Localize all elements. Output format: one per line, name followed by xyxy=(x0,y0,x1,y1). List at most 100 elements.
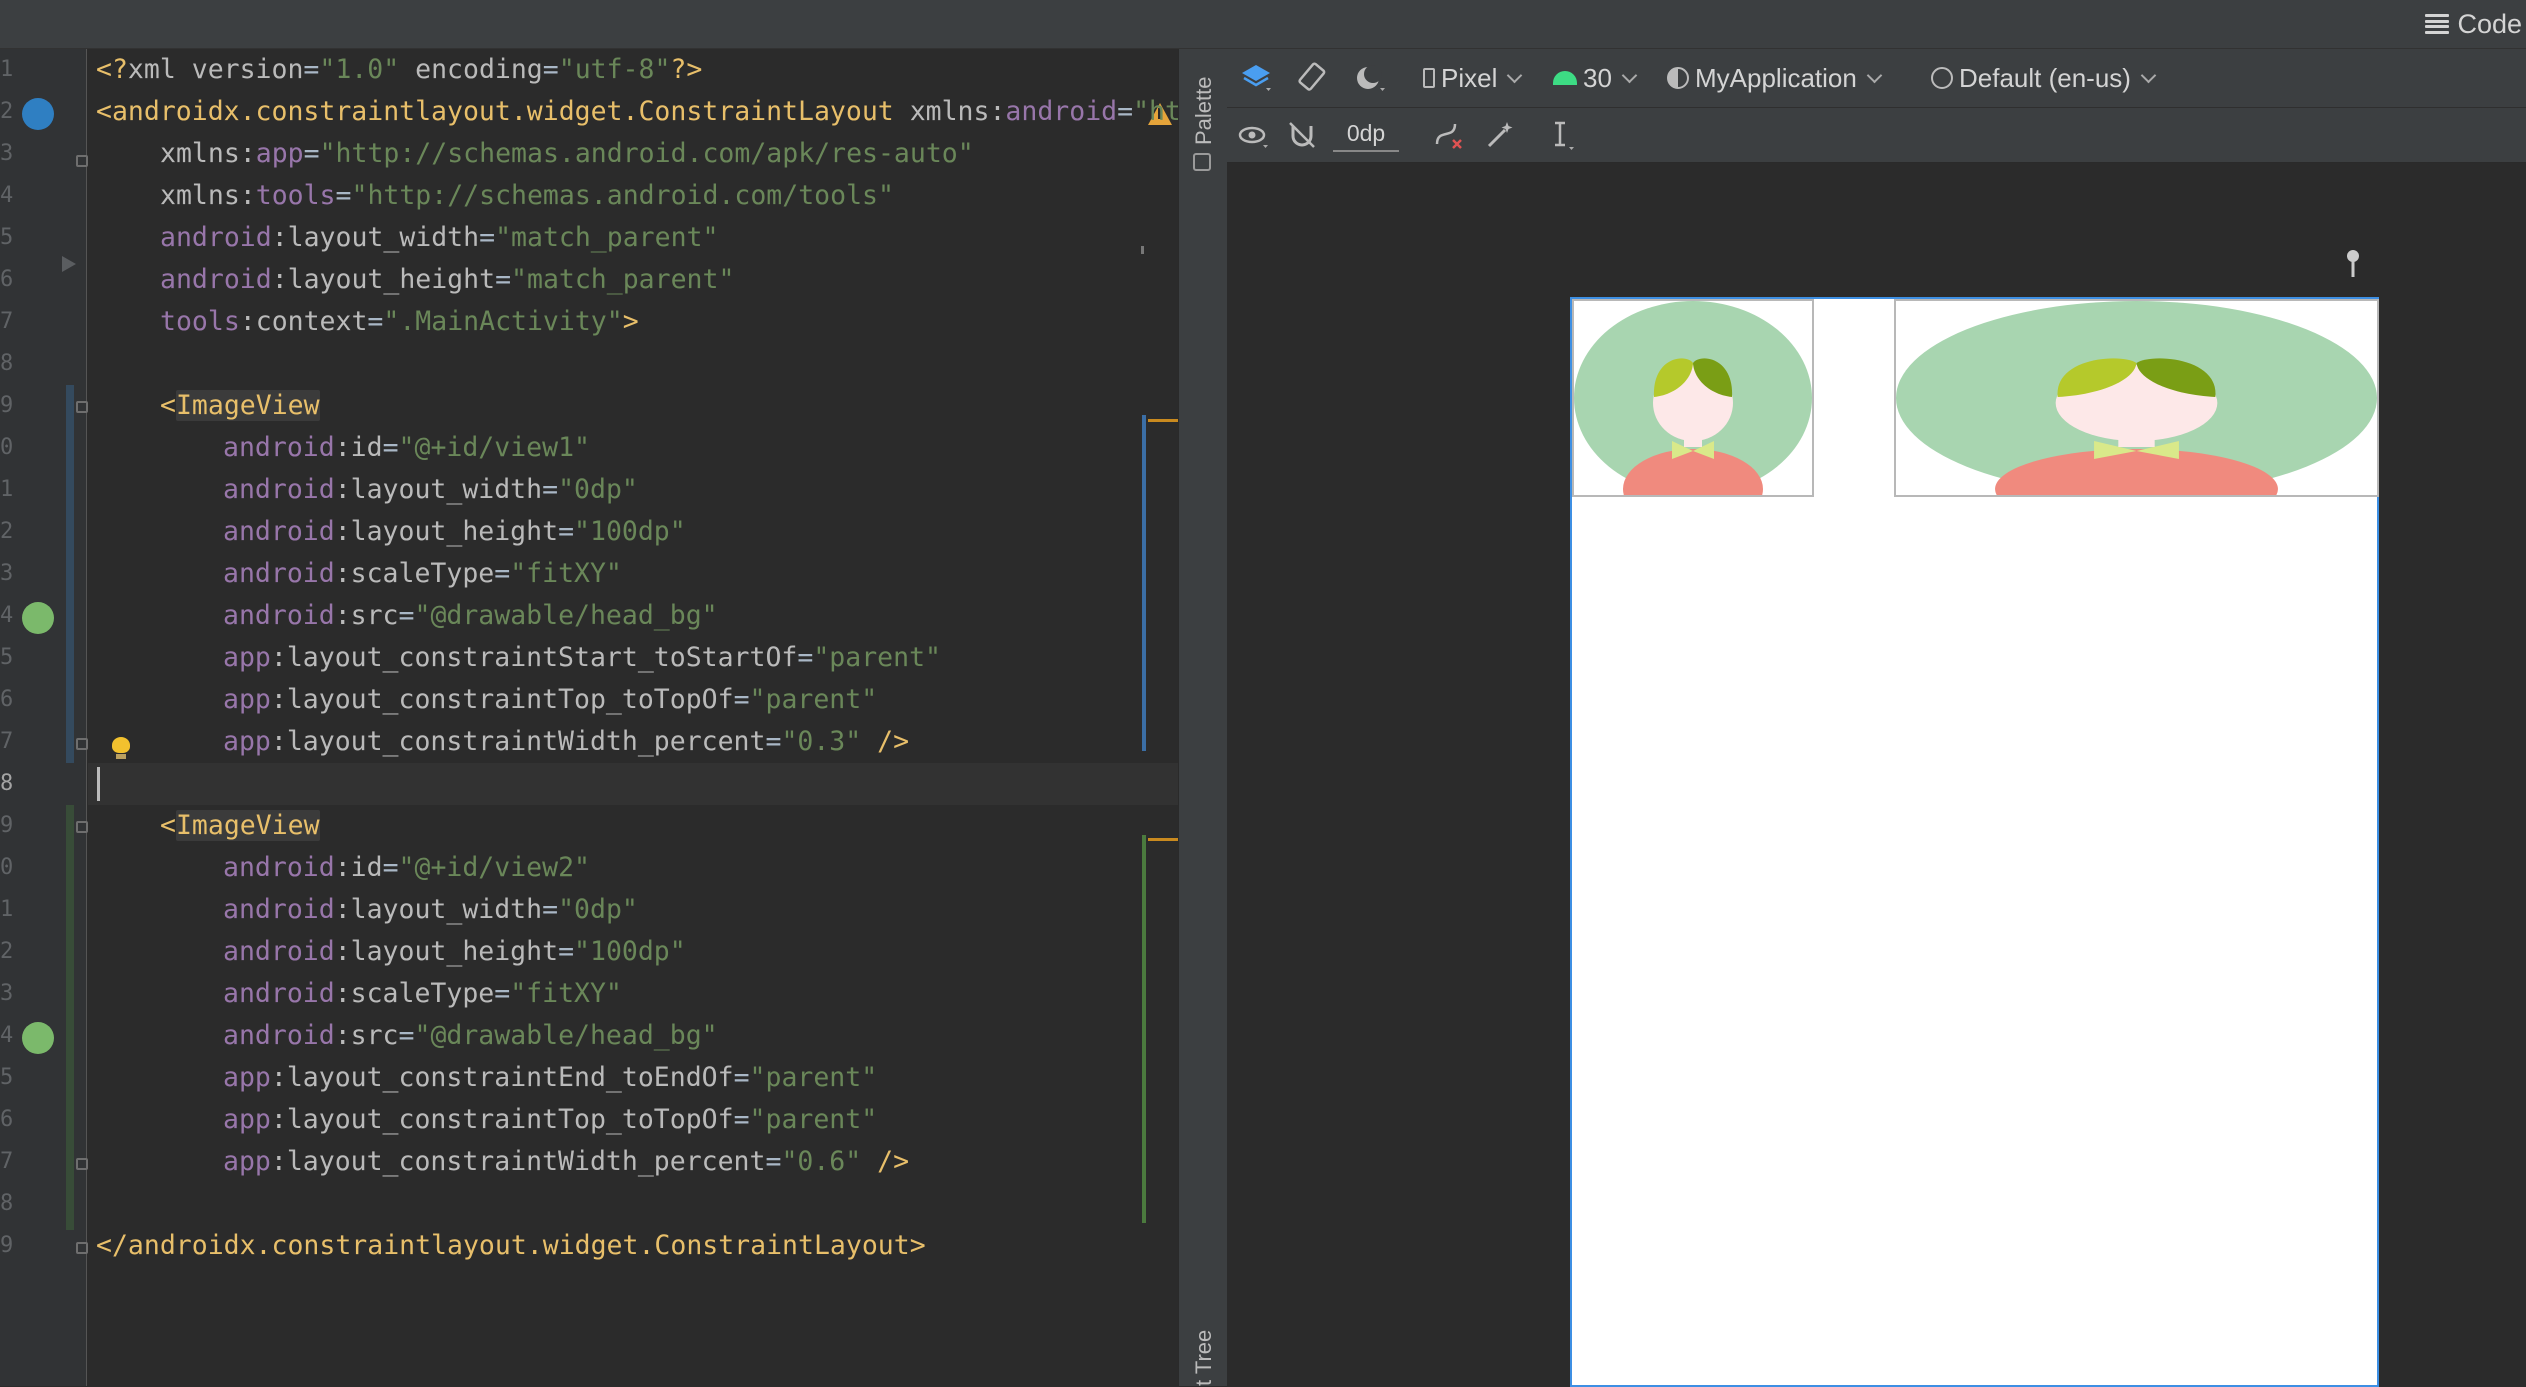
line-number: 4 xyxy=(0,603,14,628)
code-line: tools:context=".MainActivity"> xyxy=(160,306,639,337)
code-line: android:layout_width="match_parent" xyxy=(160,222,719,253)
code-line: xmlns:app="http://schemas.android.com/ap… xyxy=(160,138,974,169)
theme-icon xyxy=(1667,67,1689,89)
chevron-down-icon xyxy=(1621,67,1638,83)
device-selector[interactable]: Pixel xyxy=(1423,61,1523,95)
line-number: 1 xyxy=(0,897,14,922)
code-line: app:layout_constraintWidth_percent="0.6"… xyxy=(223,1146,910,1177)
line-number: 6 xyxy=(0,267,14,292)
image-view-view2[interactable] xyxy=(1894,299,2379,497)
code-line: <ImageView xyxy=(160,810,320,841)
code-view-label: Code xyxy=(2457,8,2522,39)
code-line: <ImageView xyxy=(160,390,320,421)
chevron-down-icon xyxy=(1507,67,1523,83)
palette-icon xyxy=(1193,153,1211,171)
code-line: app:layout_constraintWidth_percent="0.3"… xyxy=(223,726,910,757)
top-bar: Code xyxy=(0,0,2526,49)
align-icon[interactable] xyxy=(1545,118,1579,152)
chevron-down-icon xyxy=(2140,67,2157,83)
line-number: 5 xyxy=(0,1065,14,1090)
image-preview-icon[interactable] xyxy=(22,1022,54,1054)
line-number: 9 xyxy=(0,393,14,418)
code-line: app:layout_constraintTop_toTopOf="parent… xyxy=(223,684,878,715)
default-margin-field[interactable]: 0dp xyxy=(1333,118,1399,152)
code-line: android:src="@drawable/head_bg" xyxy=(223,600,718,631)
code-line: android:scaleType="fitXY" xyxy=(223,978,622,1009)
fold-marker[interactable] xyxy=(76,1242,88,1254)
line-number: 0 xyxy=(0,855,14,880)
line-number: 8 xyxy=(0,771,14,796)
code-line: <androidx.constraintlayout.widget.Constr… xyxy=(96,96,1178,127)
line-number: 5 xyxy=(0,225,14,250)
code-line: android:layout_width="0dp" xyxy=(223,894,638,925)
code-line: <?xml version="1.0" encoding="utf-8"?> xyxy=(96,54,703,85)
phone-icon xyxy=(1423,68,1435,88)
locale-label: Default (en-us) xyxy=(1959,62,2131,93)
fold-marker[interactable] xyxy=(76,401,88,413)
text-caret xyxy=(97,767,100,801)
android-icon xyxy=(1553,71,1577,85)
code-line: </androidx.constraintlayout.widget.Const… xyxy=(96,1230,926,1261)
error-stripe xyxy=(1148,838,1178,841)
pin-icon[interactable] xyxy=(2343,249,2363,284)
palette-tab[interactable]: Palette xyxy=(1191,77,1217,146)
line-number: 7 xyxy=(0,1149,14,1174)
magnet-off-icon[interactable] xyxy=(1285,118,1319,152)
line-number: 3 xyxy=(0,981,14,1006)
image-view-view1[interactable] xyxy=(1572,299,1814,497)
code-line: android:id="@+id/view1" xyxy=(223,432,590,463)
component-tree-tab[interactable]: t Tree xyxy=(1191,1330,1217,1386)
change-bar xyxy=(66,385,74,763)
avatar-image xyxy=(1574,301,1812,495)
code-line: android:layout_height="100dp" xyxy=(223,516,686,547)
line-number: 4 xyxy=(0,1023,14,1048)
line-number: 3 xyxy=(0,141,14,166)
fold-marker[interactable] xyxy=(76,821,88,833)
code-editor[interactable]: 1 2 3 4 5 6 7 8 9 0 1 2 3 4 5 6 7 8 9 0 … xyxy=(0,49,1178,1386)
fold-marker[interactable] xyxy=(76,155,88,167)
infer-constraints-icon[interactable] xyxy=(1483,118,1517,152)
line-number: 6 xyxy=(0,1107,14,1132)
line-number: 7 xyxy=(0,729,14,754)
code-line: android:scaleType="fitXY" xyxy=(223,558,622,589)
design-canvas[interactable] xyxy=(1227,163,2526,1387)
lightbulb-icon[interactable] xyxy=(112,737,130,759)
theme-selector[interactable]: MyApplication xyxy=(1667,61,1883,95)
night-mode-icon[interactable] xyxy=(1353,61,1387,95)
line-number: 2 xyxy=(0,519,14,544)
line-number: 4 xyxy=(0,183,14,208)
locale-selector[interactable]: Default (en-us) xyxy=(1931,61,2157,95)
scroll-marker xyxy=(1141,246,1144,254)
clear-constraints-icon[interactable] xyxy=(1431,118,1465,152)
image-preview-icon[interactable] xyxy=(22,602,54,634)
code-line: android:layout_height="match_parent" xyxy=(160,264,735,295)
error-stripe xyxy=(1148,419,1178,422)
line-number: 3 xyxy=(0,561,14,586)
code-line: android:id="@+id/view2" xyxy=(223,852,590,883)
code-line: app:layout_constraintTop_toTopOf="parent… xyxy=(223,1104,878,1135)
device-label: Pixel xyxy=(1441,62,1498,93)
run-gutter-icon[interactable] xyxy=(62,256,76,272)
line-number: 0 xyxy=(0,435,14,460)
eye-icon[interactable] xyxy=(1237,118,1271,152)
scroll-marker xyxy=(1142,835,1146,1223)
code-line: android:layout_height="100dp" xyxy=(223,936,686,967)
side-tool-rail: Palette t Tree xyxy=(1178,49,1228,1386)
layers-icon[interactable] xyxy=(1239,61,1273,95)
code-line: app:layout_constraintStart_toStartOf="pa… xyxy=(223,642,941,673)
line-number: 9 xyxy=(0,813,14,838)
line-number: 8 xyxy=(0,1191,14,1216)
code-view-button[interactable]: Code xyxy=(2425,6,2522,42)
api-level-selector[interactable]: 30 xyxy=(1553,61,1638,95)
fold-marker[interactable] xyxy=(76,738,88,750)
theme-label: MyApplication xyxy=(1695,62,1857,93)
android-component-icon[interactable] xyxy=(22,98,54,130)
line-number: 5 xyxy=(0,645,14,670)
orientation-icon[interactable] xyxy=(1295,61,1329,95)
scroll-marker xyxy=(1142,415,1146,751)
fold-marker[interactable] xyxy=(76,1158,88,1170)
code-line: xmlns:tools="http://schemas.android.com/… xyxy=(160,180,894,211)
device-screen[interactable] xyxy=(1570,297,2379,1387)
line-number: 8 xyxy=(0,351,14,376)
layout-design-panel: Pixel 30 MyApplication Default (en-us) 0… xyxy=(1227,49,2526,1387)
